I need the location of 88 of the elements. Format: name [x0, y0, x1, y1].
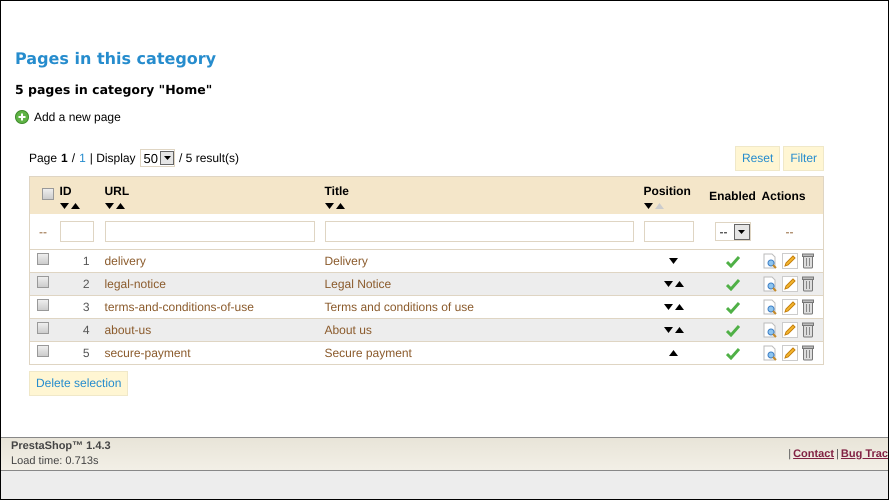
move-down-icon[interactable] [664, 304, 672, 310]
table-cell: Delivery [324, 254, 368, 268]
bug-tracker-link[interactable]: Bug Trac [840, 446, 888, 462]
view-icon[interactable] [762, 322, 778, 338]
table-cell: Terms and conditions of use [324, 300, 474, 314]
add-page-link[interactable]: Add a new page [15, 108, 121, 126]
dash-text: -- [39, 224, 47, 240]
table-cell: about-us [104, 322, 152, 337]
page-link[interactable]: 1 [79, 149, 86, 168]
page-count: 5 pages in category "Home" [15, 81, 214, 99]
view-icon[interactable] [762, 252, 778, 269]
table-cell: Legal Notice [324, 276, 392, 291]
link-separator: | [788, 446, 792, 462]
sort-down-icon[interactable] [104, 202, 114, 209]
table-cell: Secure payment [324, 346, 412, 360]
table-cell: 3 [82, 300, 90, 314]
table-cell: 4 [82, 322, 90, 337]
check-icon[interactable] [726, 302, 740, 314]
trash-icon[interactable] [802, 298, 814, 315]
display-label: | Display [90, 150, 136, 168]
current-page: 1 [61, 150, 68, 168]
page-label: Page [29, 150, 58, 168]
column-header: Title [324, 182, 350, 200]
per-page-select[interactable]: 50 [140, 149, 176, 168]
version-label: PrestaShop™ 1.4.3 [11, 439, 111, 454]
checkbox[interactable] [37, 322, 49, 334]
sort-down-icon[interactable] [324, 202, 334, 209]
result-count: / 5 result(s) [179, 150, 240, 168]
table-cell: terms-and-conditions-of-use [104, 300, 254, 314]
view-icon[interactable] [762, 276, 778, 292]
table-cell: About us [324, 322, 372, 337]
view-icon[interactable] [762, 344, 778, 361]
table-cell: 1 [82, 254, 90, 268]
url-filter-field[interactable] [104, 221, 314, 242]
contact-link[interactable]: Contact [793, 446, 834, 462]
table-cell: 5 [82, 346, 90, 360]
link-separator: | [836, 446, 839, 462]
trash-icon[interactable] [802, 344, 814, 361]
move-up-icon[interactable] [674, 326, 684, 333]
dash-text: -- [786, 224, 794, 240]
trash-icon[interactable] [802, 322, 814, 338]
column-header: Enabled [709, 188, 756, 202]
table-cell: legal-notice [104, 276, 166, 291]
pencil-icon[interactable] [782, 344, 798, 361]
column-header: Position [644, 182, 692, 200]
move-down-icon[interactable] [664, 326, 672, 333]
column-header: ID [60, 182, 72, 200]
sort-up-icon[interactable] [336, 202, 344, 209]
id-filter-field[interactable] [60, 221, 94, 242]
checkbox[interactable] [37, 298, 49, 311]
table-cell: delivery [104, 254, 146, 268]
sort-up-icon[interactable] [70, 202, 80, 209]
sort-up-icon[interactable] [116, 202, 124, 209]
view-icon[interactable] [762, 298, 778, 315]
title-filter-field[interactable] [324, 221, 634, 242]
pencil-icon[interactable] [782, 322, 798, 338]
column-header: Actions [762, 188, 806, 202]
plus-icon [15, 110, 29, 124]
pencil-icon[interactable] [782, 276, 798, 292]
column-header: URL [104, 182, 130, 200]
load-time: Load time: 0.713s [11, 454, 100, 469]
checkbox[interactable] [42, 188, 54, 200]
move-up-icon[interactable] [674, 304, 684, 310]
check-icon[interactable] [726, 324, 740, 337]
move-down-icon[interactable] [669, 258, 678, 264]
move-up-icon[interactable] [669, 350, 678, 356]
sort-down-icon[interactable] [60, 202, 68, 209]
table-cell: 2 [82, 276, 90, 291]
section-heading: Pages in this category [15, 48, 218, 70]
pencil-icon[interactable] [782, 298, 798, 315]
checkbox[interactable] [37, 276, 49, 288]
pencil-icon[interactable] [782, 252, 798, 269]
check-icon[interactable] [726, 256, 740, 268]
move-up-icon[interactable] [674, 280, 684, 287]
checkbox[interactable] [37, 344, 49, 357]
caret-icon [164, 156, 171, 160]
move-down-icon[interactable] [664, 280, 672, 287]
table-cell: secure-payment [104, 346, 191, 360]
page-separator: / [72, 150, 76, 168]
check-icon[interactable] [726, 348, 740, 360]
checkbox[interactable] [37, 252, 49, 265]
position-filter-field[interactable] [644, 221, 694, 242]
enabled-filter-select[interactable]: -- [714, 222, 750, 241]
check-icon[interactable] [726, 278, 740, 291]
caret-icon [738, 230, 745, 234]
trash-icon[interactable] [802, 276, 814, 292]
sort-down-icon[interactable] [644, 202, 652, 209]
trash-icon[interactable] [802, 252, 814, 269]
